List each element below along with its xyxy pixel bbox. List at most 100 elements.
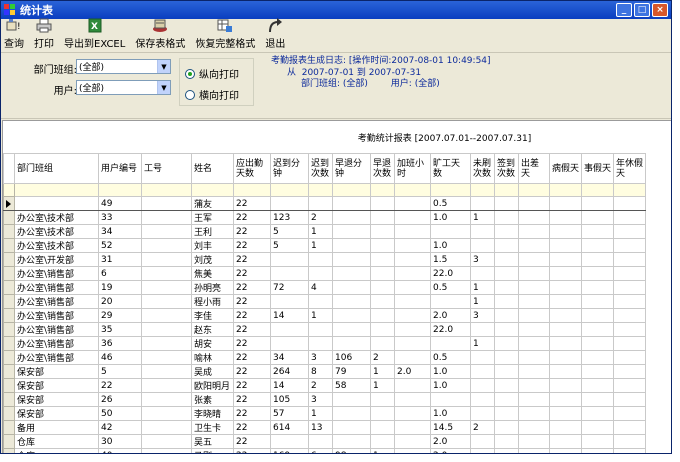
- table-cell[interactable]: [141, 336, 192, 351]
- column-header[interactable]: 加班小时: [394, 153, 431, 184]
- radio-selected-icon[interactable]: [185, 68, 195, 79]
- table-cell[interactable]: 胡安: [191, 336, 234, 351]
- table-cell[interactable]: [141, 224, 192, 239]
- table-cell[interactable]: [270, 196, 309, 211]
- dropdown-arrow-icon[interactable]: ▼: [157, 81, 170, 94]
- table-cell[interactable]: [494, 294, 519, 309]
- table-cell[interactable]: [613, 252, 646, 267]
- table-cell[interactable]: [308, 336, 333, 351]
- table-cell[interactable]: [470, 322, 495, 337]
- table-cell[interactable]: 1.5: [430, 252, 471, 267]
- table-cell[interactable]: 办公室\技术部: [14, 224, 99, 239]
- table-row[interactable]: 仓库 30 吴五 22 2.0: [3, 434, 646, 449]
- table-cell[interactable]: 备用: [14, 420, 99, 435]
- table-cell[interactable]: 13: [308, 420, 333, 435]
- portrait-radio[interactable]: 纵向打印: [185, 66, 239, 81]
- table-cell[interactable]: 办公室\销售部: [14, 322, 99, 337]
- table-cell[interactable]: 3: [308, 350, 333, 365]
- table-cell[interactable]: [581, 224, 614, 239]
- table-cell[interactable]: 1: [470, 210, 495, 225]
- table-cell[interactable]: [549, 350, 582, 365]
- table-cell[interactable]: [394, 392, 431, 407]
- row-header[interactable]: [3, 434, 15, 449]
- filter-cell[interactable]: [14, 183, 99, 197]
- table-cell[interactable]: 2.0: [430, 308, 471, 323]
- table-cell[interactable]: 29: [98, 308, 142, 323]
- table-cell[interactable]: 22: [233, 280, 271, 295]
- table-cell[interactable]: [494, 350, 519, 365]
- table-cell[interactable]: 0.5: [430, 196, 471, 211]
- table-cell[interactable]: [141, 280, 192, 295]
- table-cell[interactable]: [141, 392, 192, 407]
- table-row[interactable]: 办公室\销售部 19 孙明亮 22 72 4 0.5 1: [3, 280, 646, 295]
- table-cell[interactable]: [141, 210, 192, 225]
- row-header[interactable]: [3, 224, 15, 239]
- table-cell[interactable]: 72: [270, 280, 309, 295]
- table-cell[interactable]: [494, 266, 519, 281]
- table-cell[interactable]: [430, 392, 471, 407]
- table-cell[interactable]: 22: [233, 210, 271, 225]
- table-cell[interactable]: [430, 336, 471, 351]
- filter-cell[interactable]: [98, 183, 142, 197]
- table-cell[interactable]: 22: [233, 392, 271, 407]
- table-cell[interactable]: [470, 196, 495, 211]
- exit-button[interactable]: 退出: [265, 18, 285, 50]
- table-cell[interactable]: 22: [233, 378, 271, 393]
- table-cell[interactable]: 蒲友: [191, 196, 234, 211]
- table-cell[interactable]: [394, 378, 431, 393]
- column-header[interactable]: 用户编号: [98, 153, 142, 184]
- table-cell[interactable]: [470, 364, 495, 379]
- table-cell[interactable]: 欧阳明月: [191, 378, 234, 393]
- table-row[interactable]: 49 蒲友 22 0.5: [3, 196, 646, 211]
- close-button[interactable]: ×: [652, 3, 668, 17]
- table-cell[interactable]: [549, 336, 582, 351]
- table-cell[interactable]: [518, 392, 550, 407]
- table-row[interactable]: 保安部 5 吴成 22 264 8 79 1 2.0 1.0: [3, 364, 646, 379]
- table-cell[interactable]: 刘丰: [191, 238, 234, 253]
- table-cell[interactable]: 22: [233, 252, 271, 267]
- table-cell[interactable]: 22.0: [430, 322, 471, 337]
- export-excel-button[interactable]: X 导出到EXCEL: [64, 18, 125, 50]
- user-select[interactable]: (全部) ▼: [76, 80, 171, 95]
- table-cell[interactable]: [613, 336, 646, 351]
- query-button[interactable]: ! 查询: [4, 18, 24, 50]
- table-cell[interactable]: [581, 364, 614, 379]
- table-cell[interactable]: [581, 448, 614, 453]
- table-cell[interactable]: [518, 364, 550, 379]
- table-cell[interactable]: [394, 322, 431, 337]
- table-cell[interactable]: [613, 448, 646, 453]
- table-cell[interactable]: 6: [308, 448, 333, 453]
- table-cell[interactable]: 赵东: [191, 322, 234, 337]
- table-cell[interactable]: [394, 238, 431, 253]
- table-cell[interactable]: [394, 196, 431, 211]
- table-cell[interactable]: 2.0: [394, 364, 431, 379]
- table-cell[interactable]: [613, 210, 646, 225]
- table-cell[interactable]: [470, 406, 495, 421]
- table-cell[interactable]: [494, 252, 519, 267]
- table-cell[interactable]: 1: [308, 308, 333, 323]
- table-cell[interactable]: 2: [308, 378, 333, 393]
- table-cell[interactable]: [494, 280, 519, 295]
- table-cell[interactable]: [581, 196, 614, 211]
- table-cell[interactable]: 49: [98, 196, 142, 211]
- table-cell[interactable]: [613, 364, 646, 379]
- table-cell[interactable]: 20: [98, 294, 142, 309]
- save-format-button[interactable]: 保存表格式: [135, 18, 185, 50]
- table-cell[interactable]: [370, 322, 395, 337]
- table-cell[interactable]: [370, 210, 395, 225]
- table-cell[interactable]: [518, 238, 550, 253]
- table-cell[interactable]: [332, 238, 371, 253]
- table-cell[interactable]: [581, 238, 614, 253]
- table-cell[interactable]: [549, 294, 582, 309]
- table-cell[interactable]: [370, 308, 395, 323]
- table-cell[interactable]: [613, 280, 646, 295]
- row-header[interactable]: [3, 266, 15, 281]
- table-cell[interactable]: 22: [233, 294, 271, 309]
- table-cell[interactable]: [270, 266, 309, 281]
- table-cell[interactable]: 0.5: [430, 350, 471, 365]
- table-cell[interactable]: 仓库: [14, 434, 99, 449]
- table-cell[interactable]: [549, 392, 582, 407]
- table-cell[interactable]: [613, 294, 646, 309]
- table-cell[interactable]: 1: [370, 364, 395, 379]
- table-cell[interactable]: [549, 266, 582, 281]
